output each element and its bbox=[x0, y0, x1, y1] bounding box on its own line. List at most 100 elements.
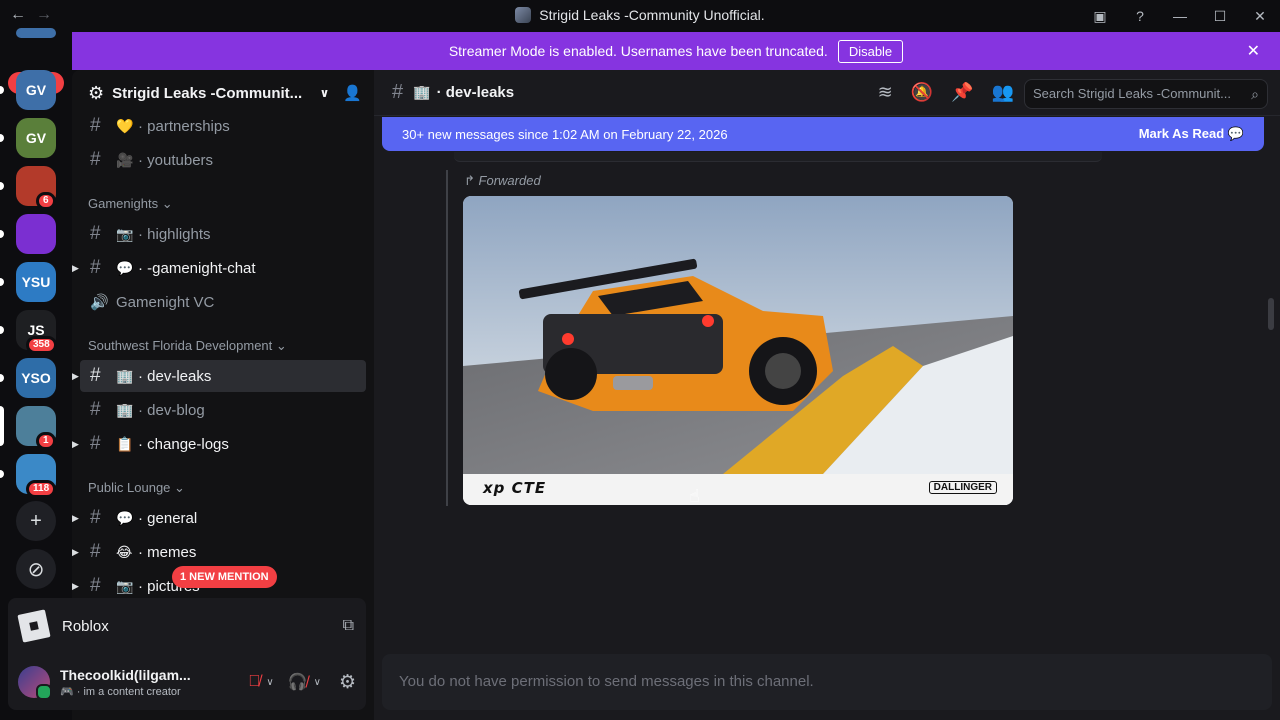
hash-icon: # bbox=[90, 365, 101, 386]
category-gamenights[interactable]: Gamenights ⌄ bbox=[88, 196, 173, 212]
unread-indicator bbox=[0, 230, 4, 238]
channel-change-logs[interactable]: ▶ # 📋 · change-logs bbox=[72, 428, 366, 460]
channel-gamenight-chat[interactable]: ▶ # 💬 · -gamenight-chat bbox=[72, 252, 366, 284]
screen-share-icon[interactable]: ⧉ bbox=[343, 617, 354, 635]
header-toolbar: ≋ 🔕 📌 👥 bbox=[878, 82, 1014, 103]
member-list-icon[interactable]: 👥 bbox=[992, 82, 1014, 103]
minimize-icon[interactable]: — bbox=[1160, 8, 1200, 24]
channel-label: · memes bbox=[138, 543, 197, 561]
pin-icon[interactable]: 📌 bbox=[951, 82, 973, 103]
activity-panel[interactable]: Roblox ⧉ bbox=[8, 598, 366, 654]
category-label: Southwest Florida Development bbox=[88, 338, 273, 353]
chevron-down-icon[interactable]: ∨ bbox=[314, 677, 321, 688]
server-icon[interactable]: GV bbox=[16, 70, 56, 110]
unread-arrow-icon: ▶ bbox=[72, 546, 79, 557]
notification-bell-muted-icon[interactable]: 🔕 bbox=[911, 82, 933, 103]
server-icon[interactable] bbox=[16, 214, 56, 254]
close-window-icon[interactable]: ✕ bbox=[1240, 8, 1280, 25]
unread-indicator bbox=[0, 86, 4, 94]
chevron-down-icon: ⌄ bbox=[174, 480, 185, 495]
channel-gamenight-vc[interactable]: 🔊 Gamenight VC bbox=[80, 286, 366, 318]
unread-indicator bbox=[0, 134, 4, 142]
roblox-logo-icon bbox=[17, 609, 51, 643]
username: Thecoolkid(lilgam... bbox=[60, 666, 191, 683]
channel-youtubers[interactable]: # 🎥 · youtubers bbox=[80, 144, 366, 176]
thread-hash-icon: # bbox=[90, 541, 101, 562]
forwarded-image[interactable]: xp CTE DALLINGER bbox=[463, 196, 1013, 505]
category-southwest[interactable]: Southwest Florida Development ⌄ bbox=[88, 338, 287, 354]
search-icon: ⌕ bbox=[1251, 86, 1259, 102]
server-initials: YSO bbox=[21, 370, 51, 386]
channel-emoji: 🏢 bbox=[116, 367, 134, 384]
search-input[interactable]: Search Strigid Leaks -Communit... ⌕ bbox=[1024, 79, 1268, 109]
forward-bar bbox=[446, 170, 448, 506]
previous-embed-edge bbox=[454, 152, 1102, 162]
server-icon[interactable]: YSO bbox=[16, 358, 56, 398]
channel-label: · partnerships bbox=[138, 117, 230, 135]
chat-scrollbar[interactable] bbox=[1268, 298, 1274, 330]
channel-highlights[interactable]: # 📷 · highlights bbox=[80, 218, 366, 250]
server-initials: GV bbox=[25, 130, 47, 146]
streamer-mode-banner: Streamer Mode is enabled. Usernames have… bbox=[72, 32, 1280, 70]
message-composer-disabled: You do not have permission to send messa… bbox=[382, 654, 1272, 710]
threads-icon[interactable]: ≋ bbox=[878, 82, 893, 103]
deafened-headphones-icon[interactable]: 🎧̸ bbox=[288, 672, 308, 692]
channel-label: · highlights bbox=[138, 225, 211, 243]
channel-dev-blog[interactable]: # 🏢 · dev-blog bbox=[80, 394, 366, 426]
hash-icon: # bbox=[90, 257, 101, 278]
avatar[interactable] bbox=[18, 666, 52, 700]
mark-read-icon: 💬 bbox=[1227, 126, 1244, 141]
add-server-button[interactable]: + bbox=[16, 501, 56, 541]
channel-emoji: 📷 bbox=[116, 225, 134, 242]
hash-icon: # bbox=[90, 433, 101, 454]
inbox-icon[interactable]: ▣ bbox=[1080, 8, 1120, 25]
user-info[interactable]: Thecoolkid(lilgam... 🎮 · im a content cr… bbox=[60, 667, 248, 698]
unread-indicator bbox=[0, 182, 4, 190]
car-image-svg bbox=[463, 196, 1013, 505]
composer-text: You do not have permission to send messa… bbox=[399, 673, 814, 690]
close-icon[interactable]: ✕ bbox=[1247, 41, 1260, 61]
discover-button[interactable]: ⊘ bbox=[16, 549, 56, 589]
mark-as-read-button[interactable]: Mark As Read 💬 bbox=[1139, 126, 1244, 142]
unread-indicator bbox=[0, 326, 4, 334]
unread-arrow-icon: ▶ bbox=[72, 438, 79, 449]
new-messages-bar[interactable]: 30+ new messages since 1:02 AM on Februa… bbox=[382, 117, 1264, 151]
category-label: Public Lounge bbox=[88, 480, 171, 495]
channel-general[interactable]: ▶ # 💬 · general bbox=[72, 502, 366, 534]
channel-emoji: 💛 bbox=[116, 117, 134, 134]
channel-label: · dev-blog bbox=[138, 401, 205, 419]
hash-icon: # bbox=[392, 81, 404, 103]
server-settings-icon: ⚙ bbox=[88, 82, 105, 103]
channel-emoji: 📋 bbox=[116, 435, 134, 452]
server-icon-partial[interactable] bbox=[16, 28, 56, 38]
guild-header[interactable]: ⚙ Strigid Leaks -Communit... ∨ 👤 bbox=[72, 70, 374, 116]
thread-hash-icon: # bbox=[90, 507, 101, 528]
disable-streamer-button[interactable]: Disable bbox=[837, 39, 904, 63]
dallinger-logo: DALLINGER bbox=[928, 481, 997, 494]
server-icon[interactable]: YSU bbox=[16, 262, 56, 302]
user-panel: Thecoolkid(lilgam... 🎮 · im a content cr… bbox=[8, 654, 366, 710]
muted-mic-icon[interactable]: 🎙̸ bbox=[248, 673, 260, 691]
mention-count-badge: 118 bbox=[26, 480, 57, 498]
channel-partnerships[interactable]: # 💛 · partnerships bbox=[80, 116, 366, 142]
help-icon[interactable]: ? bbox=[1120, 8, 1160, 24]
server-thumb-icon bbox=[515, 7, 532, 23]
guild-name: Strigid Leaks -Communit... bbox=[112, 84, 303, 102]
server-icon[interactable]: GV bbox=[16, 118, 56, 158]
forward-arrow-icon: ↱ bbox=[464, 173, 475, 188]
maximize-icon[interactable]: ☐ bbox=[1200, 8, 1240, 25]
new-mention-pill[interactable]: 1 NEW MENTION bbox=[172, 566, 277, 588]
status-text: im a content creator bbox=[83, 685, 181, 698]
channel-emoji: 📷 bbox=[116, 577, 134, 594]
channel-dev-leaks[interactable]: ▶ # 🏢 · dev-leaks bbox=[72, 360, 366, 392]
invite-people-icon[interactable]: 👤 bbox=[343, 84, 362, 102]
chevron-down-icon[interactable]: ∨ bbox=[266, 677, 273, 688]
chevron-down-icon: ∨ bbox=[319, 86, 330, 100]
unread-arrow-icon: ▶ bbox=[72, 580, 79, 591]
channel-label: · -gamenight-chat bbox=[138, 259, 256, 277]
user-settings-gear-icon[interactable]: ⚙ bbox=[339, 671, 356, 694]
unread-arrow-icon: ▶ bbox=[72, 512, 79, 523]
channel-memes[interactable]: ▶ # 😂 · memes bbox=[72, 536, 366, 568]
category-public-lounge[interactable]: Public Lounge ⌄ bbox=[88, 480, 185, 496]
channel-label: · general bbox=[138, 509, 198, 527]
